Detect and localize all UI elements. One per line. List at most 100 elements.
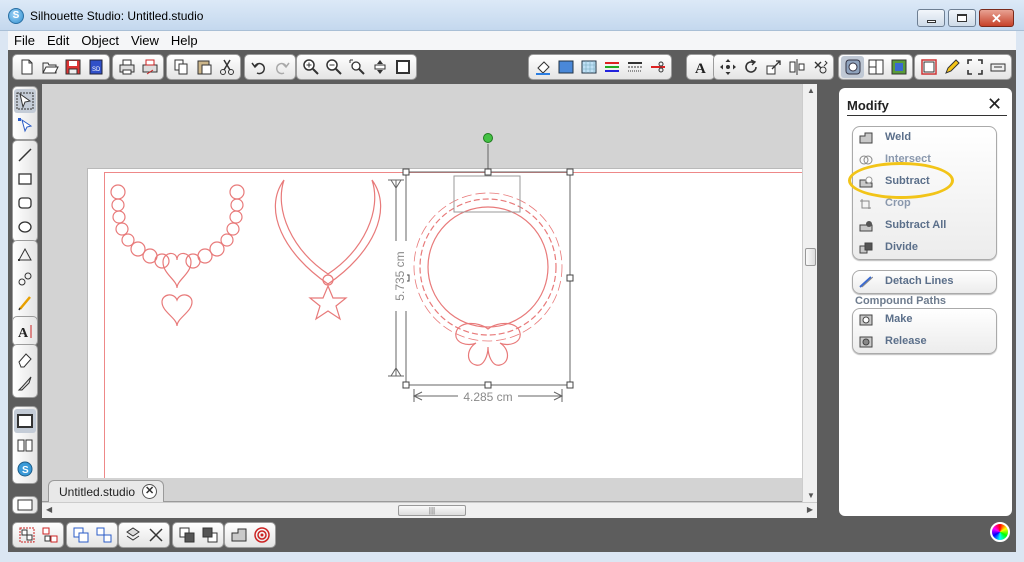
save-icon[interactable] <box>61 56 84 78</box>
close-window-button[interactable]: ✕ <box>979 9 1014 27</box>
cut-icon[interactable] <box>215 56 238 78</box>
sketch-icon[interactable] <box>940 56 963 78</box>
rounded-rectangle-tool-icon[interactable] <box>14 191 36 215</box>
arrange-tools-group <box>118 522 170 548</box>
scale-icon[interactable] <box>762 56 785 78</box>
horizontal-scroll-thumb[interactable]: ||| <box>398 505 466 516</box>
file-tools-group: SD <box>12 54 110 80</box>
align-icon[interactable] <box>785 56 808 78</box>
detach-lines-button[interactable]: Detach Lines <box>853 271 996 293</box>
scroll-right-icon[interactable]: ▶ <box>807 505 813 514</box>
release-compound-path-icon[interactable] <box>92 524 115 546</box>
close-panel-icon[interactable]: ✕ <box>987 95 1002 113</box>
eraser-tool-icon[interactable] <box>14 347 36 371</box>
bead-necklace-shape[interactable] <box>110 184 245 327</box>
make-compound-path-icon[interactable] <box>69 524 92 546</box>
fill-pattern-icon[interactable] <box>577 56 600 78</box>
select-tool-icon[interactable] <box>14 89 36 113</box>
minimize-button[interactable] <box>917 9 945 27</box>
maximize-button[interactable] <box>948 9 976 27</box>
page-setup-icon[interactable] <box>917 56 940 78</box>
design-canvas[interactable]: 5.735 cm 4.285 cm ▲ ▼ Untitled.studio ✕ … <box>42 84 817 518</box>
menu-help[interactable]: Help <box>165 33 204 48</box>
selection-bounding-box[interactable] <box>388 133 574 403</box>
ungroup-icon[interactable] <box>38 524 61 546</box>
print-icon[interactable] <box>115 56 138 78</box>
zoom-out-icon[interactable] <box>322 56 345 78</box>
print-cut-icon[interactable] <box>138 56 161 78</box>
send-to-back-icon[interactable] <box>198 524 221 546</box>
menu-file[interactable]: File <box>8 33 41 48</box>
curve-tool-icon[interactable] <box>14 267 36 291</box>
trace-icon[interactable] <box>887 56 910 78</box>
star-necklace-shape[interactable] <box>274 179 382 321</box>
registration-marks-icon[interactable] <box>14 409 36 433</box>
zoom-select-icon[interactable] <box>345 56 368 78</box>
library-icon[interactable] <box>14 433 36 457</box>
delete-icon[interactable] <box>144 524 167 546</box>
fill-gradient-icon[interactable] <box>554 56 577 78</box>
fit-page-icon[interactable] <box>391 56 414 78</box>
document-tab[interactable]: Untitled.studio ✕ <box>48 480 165 502</box>
fullscreen-icon[interactable] <box>963 56 986 78</box>
text-style-group: A <box>686 54 715 80</box>
save-to-library-icon[interactable]: SD <box>84 56 107 78</box>
vertical-scroll-thumb[interactable] <box>805 248 816 266</box>
polygon-tool-icon[interactable] <box>14 243 36 267</box>
vertical-scrollbar[interactable]: ▲ ▼ <box>802 84 817 502</box>
undo-icon[interactable] <box>247 56 270 78</box>
zoom-in-icon[interactable] <box>299 56 322 78</box>
pan-icon[interactable] <box>368 56 391 78</box>
point-edit-tool-icon[interactable] <box>14 113 36 137</box>
scroll-down-icon[interactable]: ▼ <box>807 491 815 500</box>
color-wheel-icon[interactable] <box>990 522 1010 542</box>
menu-view[interactable]: View <box>125 33 165 48</box>
line-style-icon[interactable] <box>623 56 646 78</box>
line-color-icon[interactable] <box>600 56 623 78</box>
scroll-up-icon[interactable]: ▲ <box>807 86 815 95</box>
ellipse-tool-icon[interactable] <box>14 215 36 239</box>
group-icon[interactable] <box>15 524 38 546</box>
cut-style-icon[interactable] <box>646 56 669 78</box>
freehand-tool-icon[interactable] <box>14 291 36 315</box>
clipboard-tools-group <box>166 54 241 80</box>
open-icon[interactable] <box>38 56 61 78</box>
rectangle-tool-icon[interactable] <box>14 167 36 191</box>
crop-icon <box>860 199 871 209</box>
silhouette-store-icon[interactable]: S <box>14 457 36 481</box>
divide-button[interactable]: Divide <box>853 237 996 259</box>
page-thumbnail-icon[interactable] <box>14 497 36 513</box>
send-to-cutter-icon[interactable] <box>986 56 1009 78</box>
bring-to-front-icon[interactable] <box>175 524 198 546</box>
paste-icon[interactable] <box>192 56 215 78</box>
bring-forward-icon[interactable] <box>121 524 144 546</box>
redo-icon[interactable] <box>270 56 293 78</box>
move-icon[interactable] <box>716 56 739 78</box>
subtract-all-button[interactable]: Subtract All <box>853 215 996 237</box>
release-compound-button[interactable]: Release <box>853 331 996 353</box>
modify-panel-title: Modify <box>847 98 889 113</box>
weld-button[interactable]: Weld <box>853 127 996 149</box>
text-tools-group: A <box>12 316 38 346</box>
text-tool-icon[interactable]: A <box>14 319 36 343</box>
replicate-icon[interactable] <box>808 56 831 78</box>
weld-label: Weld <box>885 131 912 143</box>
menu-edit[interactable]: Edit <box>41 33 75 48</box>
horizontal-scrollbar[interactable]: ◀ ||| ▶ <box>42 502 817 518</box>
weld-shape-icon[interactable] <box>227 524 250 546</box>
offset-icon[interactable] <box>864 56 887 78</box>
make-compound-button[interactable]: Make <box>853 309 996 331</box>
close-tab-icon[interactable]: ✕ <box>142 484 158 499</box>
menu-object[interactable]: Object <box>75 33 125 48</box>
new-document-icon[interactable] <box>15 56 38 78</box>
line-tool-icon[interactable] <box>14 143 36 167</box>
rotate-icon[interactable] <box>739 56 762 78</box>
fill-color-icon[interactable] <box>531 56 554 78</box>
scroll-left-icon[interactable]: ◀ <box>46 505 52 514</box>
copy-icon[interactable] <box>169 56 192 78</box>
scalloped-butterfly-shape[interactable] <box>413 192 563 366</box>
modify-icon[interactable] <box>841 56 864 78</box>
knife-tool-icon[interactable] <box>14 371 36 395</box>
offset-target-icon[interactable] <box>250 524 273 546</box>
text-style-icon[interactable]: A <box>689 56 712 78</box>
